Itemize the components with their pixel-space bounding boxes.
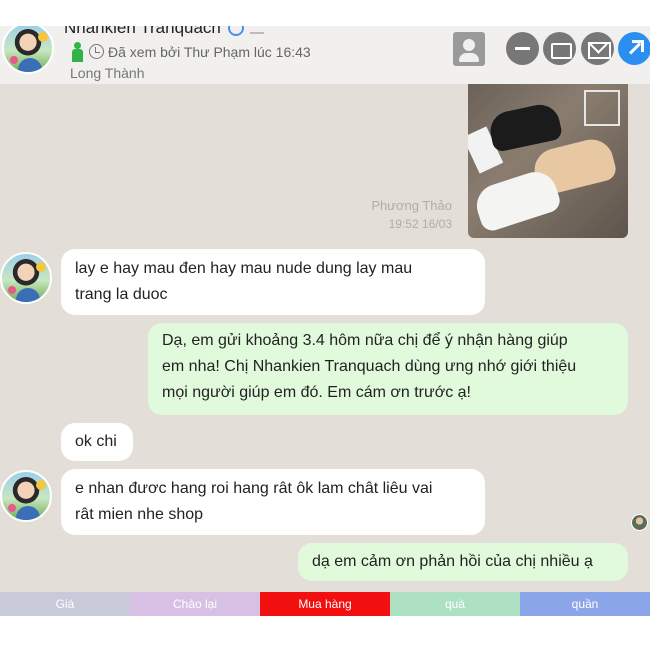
message-bubble-incoming[interactable]: e nhan đươc hang roi hang rât ôk lam châ… <box>61 469 485 535</box>
status-icon <box>250 26 264 34</box>
tab-mua-hang[interactable]: Mua hàng <box>260 592 390 616</box>
avatar[interactable] <box>0 252 52 304</box>
avatar[interactable] <box>2 26 54 74</box>
chat-header: Nhankien Tranquach Đã xem bởi Thư Phạm l… <box>0 26 650 84</box>
message-bubble-outgoing[interactable]: Dạ, em gửi khoảng 3.4 hôm nữa chị để ý n… <box>148 323 628 415</box>
seen-status: Đã xem bởi Thư Phạm lúc 16:43 <box>108 44 311 60</box>
message-line: Dạ, em gửi khoảng 3.4 hôm nữa chị để ý n… <box>162 332 568 349</box>
avatar-flower-2 <box>10 56 18 64</box>
avatar-flower-2 <box>8 286 16 294</box>
message-line: dạ em cảm ơn phản hồi của chị nhiều ạ <box>312 553 593 570</box>
avatar-flower-2 <box>8 504 16 512</box>
message-line: trang la duoc <box>75 286 168 303</box>
clock-icon <box>89 44 104 59</box>
tab-quan[interactable]: quần <box>520 592 650 616</box>
avatar-flower <box>36 480 46 490</box>
contact-location: Long Thành <box>70 65 145 81</box>
message-line: e nhan đươc hang roi hang rât ôk lam châ… <box>75 480 433 497</box>
message-line: mọi người giúp em đó. Em cám ơn trước ạ! <box>162 384 471 401</box>
avatar[interactable] <box>0 470 52 522</box>
product-image[interactable] <box>468 84 628 238</box>
avatar-body <box>16 506 40 520</box>
message-line: rât mien nhe shop <box>75 506 204 523</box>
avatar-flower <box>36 262 46 272</box>
contact-name[interactable]: Nhankien Tranquach <box>64 26 221 38</box>
tab-chao-lai[interactable]: Chào lại <box>130 592 260 616</box>
chat-window: Phương Thảo 19:52 16/03 Nhankien Tranqua… <box>0 26 650 592</box>
message-bubble-incoming[interactable]: ok chi <box>61 423 133 461</box>
black-bra-shape <box>486 101 564 153</box>
tab-gia[interactable]: Giá <box>0 592 130 616</box>
avatar-body <box>18 58 42 72</box>
basket-shape <box>584 90 620 126</box>
image-timestamp: 19:52 16/03 <box>388 217 452 231</box>
contact-card-icon[interactable] <box>453 32 485 66</box>
message-line: em nha! Chị Nhankien Tranquach dùng ưng … <box>162 358 577 375</box>
message-line: lay e hay mau đen hay mau nude dung lay … <box>75 260 413 277</box>
quick-reply-tabs: Giá Chào lại Mua hàng quà quần <box>0 592 650 616</box>
tab-qua[interactable]: quà <box>390 592 520 616</box>
message-bubble-incoming[interactable]: lay e hay mau đen hay mau nude dung lay … <box>61 249 485 315</box>
image-sender-name: Phương Thảo <box>371 198 452 213</box>
minimize-icon[interactable] <box>506 32 539 65</box>
message-bubble-outgoing[interactable]: dạ em cảm ơn phản hồi của chị nhiều ạ <box>298 543 628 581</box>
white-bra-shape <box>471 166 563 234</box>
person-icon <box>72 42 83 62</box>
share-icon[interactable] <box>618 32 650 65</box>
seen-avatar <box>631 514 648 531</box>
mail-icon[interactable] <box>581 32 614 65</box>
avatar-flower <box>38 32 48 42</box>
inbox-icon[interactable] <box>543 32 576 65</box>
verified-icon <box>228 26 244 36</box>
message-line: ok chi <box>75 433 117 450</box>
avatar-body <box>16 288 40 302</box>
